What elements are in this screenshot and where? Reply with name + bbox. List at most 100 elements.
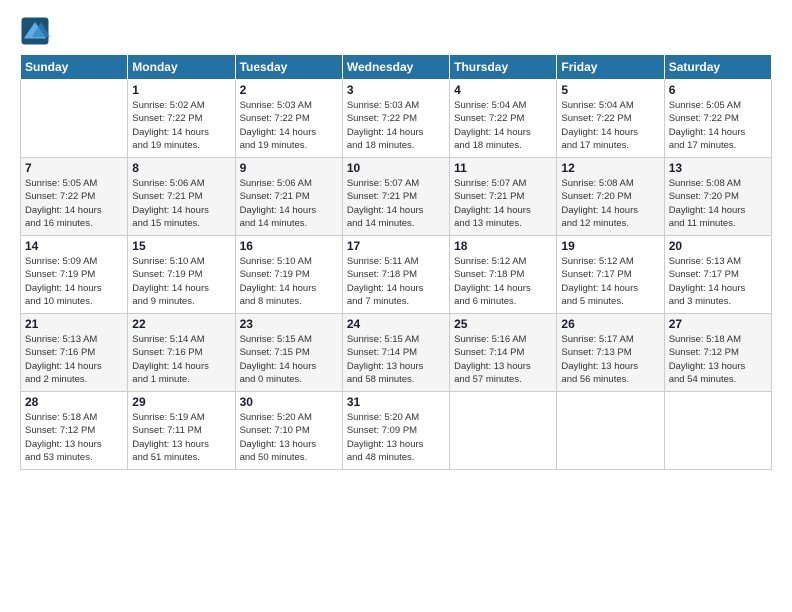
calendar-cell: 5Sunrise: 5:04 AMSunset: 7:22 PMDaylight…	[557, 80, 664, 158]
day-number: 16	[240, 239, 338, 253]
calendar-cell: 15 Sunrise: 5:10 AMSunset: 7:19 PMDayligh…	[128, 236, 235, 314]
day-number: 10	[347, 161, 445, 175]
day-info: Sunrise: 5:08 AMSunset: 7:20 PMDaylight:…	[561, 177, 659, 230]
day-info: Sunrise: 5:06 AMSunset: 7:21 PMDaylight:…	[240, 177, 338, 230]
day-number: 26	[561, 317, 659, 331]
day-info: Sunrise: 5:15 AMSunset: 7:15 PMDaylight:…	[240, 333, 338, 386]
logo	[20, 16, 54, 46]
calendar-cell: 19 Sunrise: 5:12 AMSunset: 7:17 PMDayligh…	[557, 236, 664, 314]
day-number: 21	[25, 317, 123, 331]
calendar-week-0: 1 Sunrise: 5:02 AMSunset: 7:22 PMDaylight…	[21, 80, 772, 158]
day-number: 9	[240, 161, 338, 175]
calendar-cell	[664, 392, 771, 470]
day-number: 7	[25, 161, 123, 175]
day-info: Sunrise: 5:02 AMSunset: 7:22 PMDaylight:…	[132, 99, 230, 152]
calendar: SundayMondayTuesdayWednesdayThursdayFrid…	[20, 54, 772, 470]
day-info: Sunrise: 5:11 AMSunset: 7:18 PMDaylight:…	[347, 255, 445, 308]
calendar-cell: 9 Sunrise: 5:06 AMSunset: 7:21 PMDaylight…	[235, 158, 342, 236]
day-number: 25	[454, 317, 552, 331]
day-number: 30	[240, 395, 338, 409]
page: SundayMondayTuesdayWednesdayThursdayFrid…	[0, 0, 792, 612]
day-info: Sunrise: 5:03 AMSunset: 7:22 PMDaylight:…	[240, 99, 338, 152]
day-number: 28	[25, 395, 123, 409]
calendar-cell: 26Sunrise: 5:17 AMSunset: 7:13 PMDayligh…	[557, 314, 664, 392]
day-number: 3	[347, 83, 445, 97]
calendar-cell: 7Sunrise: 5:05 AMSunset: 7:22 PMDaylight…	[21, 158, 128, 236]
calendar-cell: 4 Sunrise: 5:04 AMSunset: 7:22 PMDaylight…	[450, 80, 557, 158]
day-number: 11	[454, 161, 552, 175]
calendar-cell: 18 Sunrise: 5:12 AMSunset: 7:18 PMDayligh…	[450, 236, 557, 314]
day-info: Sunrise: 5:05 AMSunset: 7:22 PMDaylight:…	[669, 99, 767, 152]
day-info: Sunrise: 5:18 AMSunset: 7:12 PMDaylight:…	[669, 333, 767, 386]
day-number: 12	[561, 161, 659, 175]
calendar-cell: 29 Sunrise: 5:19 AMSunset: 7:11 PMDayligh…	[128, 392, 235, 470]
calendar-cell: 27 Sunrise: 5:18 AMSunset: 7:12 PMDayligh…	[664, 314, 771, 392]
day-info: Sunrise: 5:03 AMSunset: 7:22 PMDaylight:…	[347, 99, 445, 152]
calendar-cell: 3 Sunrise: 5:03 AMSunset: 7:22 PMDaylight…	[342, 80, 449, 158]
calendar-cell: 10 Sunrise: 5:07 AMSunset: 7:21 PMDayligh…	[342, 158, 449, 236]
day-info: Sunrise: 5:06 AMSunset: 7:21 PMDaylight:…	[132, 177, 230, 230]
day-number: 4	[454, 83, 552, 97]
day-info: Sunrise: 5:13 AMSunset: 7:16 PMDaylight:…	[25, 333, 123, 386]
calendar-header-wednesday: Wednesday	[342, 55, 449, 80]
day-number: 23	[240, 317, 338, 331]
day-info: Sunrise: 5:09 AMSunset: 7:19 PMDaylight:…	[25, 255, 123, 308]
calendar-cell: 30 Sunrise: 5:20 AMSunset: 7:10 PMDayligh…	[235, 392, 342, 470]
calendar-cell: 24 Sunrise: 5:15 AMSunset: 7:14 PMDayligh…	[342, 314, 449, 392]
day-number: 13	[669, 161, 767, 175]
calendar-cell: 8Sunrise: 5:06 AMSunset: 7:21 PMDaylight…	[128, 158, 235, 236]
calendar-week-4: 28 Sunrise: 5:18 AMSunset: 7:12 PMDayligh…	[21, 392, 772, 470]
day-number: 1	[132, 83, 230, 97]
calendar-header-row: SundayMondayTuesdayWednesdayThursdayFrid…	[21, 55, 772, 80]
day-info: Sunrise: 5:04 AMSunset: 7:22 PMDaylight:…	[454, 99, 552, 152]
day-number: 18	[454, 239, 552, 253]
day-number: 24	[347, 317, 445, 331]
calendar-cell: 6 Sunrise: 5:05 AMSunset: 7:22 PMDaylight…	[664, 80, 771, 158]
calendar-cell: 14Sunrise: 5:09 AMSunset: 7:19 PMDayligh…	[21, 236, 128, 314]
day-info: Sunrise: 5:19 AMSunset: 7:11 PMDaylight:…	[132, 411, 230, 464]
calendar-header-saturday: Saturday	[664, 55, 771, 80]
day-number: 15	[132, 239, 230, 253]
day-info: Sunrise: 5:13 AMSunset: 7:17 PMDaylight:…	[669, 255, 767, 308]
calendar-cell: 12 Sunrise: 5:08 AMSunset: 7:20 PMDayligh…	[557, 158, 664, 236]
day-info: Sunrise: 5:12 AMSunset: 7:17 PMDaylight:…	[561, 255, 659, 308]
logo-icon	[20, 16, 50, 46]
calendar-cell	[21, 80, 128, 158]
calendar-cell: 21 Sunrise: 5:13 AMSunset: 7:16 PMDayligh…	[21, 314, 128, 392]
calendar-cell: 31Sunrise: 5:20 AMSunset: 7:09 PMDayligh…	[342, 392, 449, 470]
calendar-cell: 1 Sunrise: 5:02 AMSunset: 7:22 PMDaylight…	[128, 80, 235, 158]
calendar-cell: 16Sunrise: 5:10 AMSunset: 7:19 PMDayligh…	[235, 236, 342, 314]
calendar-cell: 2 Sunrise: 5:03 AMSunset: 7:22 PMDaylight…	[235, 80, 342, 158]
calendar-header-tuesday: Tuesday	[235, 55, 342, 80]
day-number: 17	[347, 239, 445, 253]
day-info: Sunrise: 5:10 AMSunset: 7:19 PMDaylight:…	[132, 255, 230, 308]
calendar-header-monday: Monday	[128, 55, 235, 80]
calendar-cell	[450, 392, 557, 470]
day-number: 2	[240, 83, 338, 97]
day-number: 27	[669, 317, 767, 331]
day-info: Sunrise: 5:08 AMSunset: 7:20 PMDaylight:…	[669, 177, 767, 230]
day-info: Sunrise: 5:15 AMSunset: 7:14 PMDaylight:…	[347, 333, 445, 386]
calendar-cell: 11 Sunrise: 5:07 AMSunset: 7:21 PMDayligh…	[450, 158, 557, 236]
day-info: Sunrise: 5:14 AMSunset: 7:16 PMDaylight:…	[132, 333, 230, 386]
calendar-cell: 17 Sunrise: 5:11 AMSunset: 7:18 PMDayligh…	[342, 236, 449, 314]
calendar-header-thursday: Thursday	[450, 55, 557, 80]
day-number: 19	[561, 239, 659, 253]
day-info: Sunrise: 5:04 AMSunset: 7:22 PMDaylight:…	[561, 99, 659, 152]
calendar-header-friday: Friday	[557, 55, 664, 80]
day-number: 20	[669, 239, 767, 253]
calendar-cell: 22 Sunrise: 5:14 AMSunset: 7:16 PMDayligh…	[128, 314, 235, 392]
day-number: 6	[669, 83, 767, 97]
calendar-cell	[557, 392, 664, 470]
calendar-cell: 23 Sunrise: 5:15 AMSunset: 7:15 PMDayligh…	[235, 314, 342, 392]
day-info: Sunrise: 5:07 AMSunset: 7:21 PMDaylight:…	[454, 177, 552, 230]
day-info: Sunrise: 5:12 AMSunset: 7:18 PMDaylight:…	[454, 255, 552, 308]
day-info: Sunrise: 5:18 AMSunset: 7:12 PMDaylight:…	[25, 411, 123, 464]
day-number: 29	[132, 395, 230, 409]
header	[20, 16, 772, 46]
day-number: 22	[132, 317, 230, 331]
calendar-cell: 20 Sunrise: 5:13 AMSunset: 7:17 PMDayligh…	[664, 236, 771, 314]
calendar-cell: 28 Sunrise: 5:18 AMSunset: 7:12 PMDayligh…	[21, 392, 128, 470]
day-info: Sunrise: 5:20 AMSunset: 7:10 PMDaylight:…	[240, 411, 338, 464]
day-info: Sunrise: 5:07 AMSunset: 7:21 PMDaylight:…	[347, 177, 445, 230]
